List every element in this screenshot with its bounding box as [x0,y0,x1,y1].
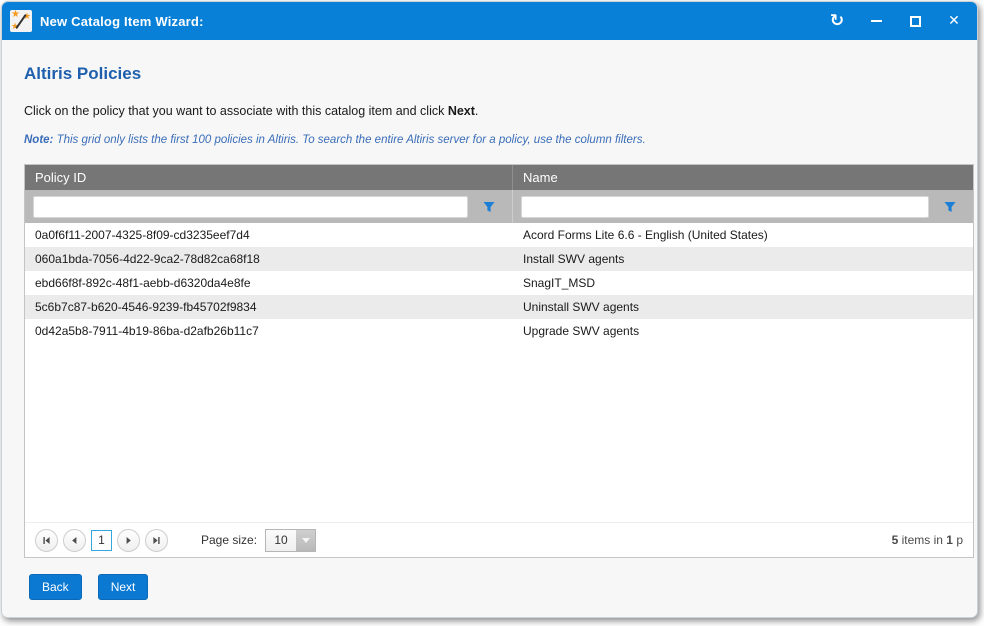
last-page-icon [152,536,161,545]
column-header-policy-id[interactable]: Policy ID [25,165,513,190]
filter-icon [943,200,957,214]
stage: ★ ★ ★ New Catalog Item Wizard: ↻ ✕ Altir… [0,0,984,626]
page-number-button[interactable]: 1 [91,530,112,551]
first-page-icon [42,536,51,545]
chevron-down-icon [296,530,315,551]
star-icon: ★ [11,10,20,20]
wizard-body: Altiris Policies Click on the policy tha… [2,40,977,617]
page-size-dropdown[interactable]: 10 [265,529,316,552]
column-header-name[interactable]: Name [513,165,973,190]
window-controls: ↻ ✕ [824,9,967,33]
previous-page-icon [70,536,79,545]
grid-filter-row [25,190,973,223]
page-size-value: 10 [266,530,296,551]
policy-id-filter-input[interactable] [33,196,468,218]
grid-pager: 1 Page size: 10 [25,522,973,557]
page-title: Altiris Policies [24,64,955,84]
pages-count: 1 [946,533,953,547]
grid-rows: 0a0f6f11-2007-4325-8f09-cd3235eef7d4 Aco… [25,223,973,343]
wizard-footer: Back Next [29,574,955,600]
instruction-text: Click on the policy that you want to ass… [24,104,955,118]
grid-empty-area [25,343,973,522]
items-summary-tail: p [953,533,963,547]
last-page-button[interactable] [145,529,168,552]
policy-name-cell: Acord Forms Lite 6.6 - English (United S… [513,228,973,242]
name-filter-button[interactable] [935,195,965,219]
table-row[interactable]: ebd66f8f-892c-48f1-aebb-d6320da4e8fe Sna… [25,271,973,295]
name-filter-cell [513,190,973,223]
policy-name-cell: Upgrade SWV agents [513,324,973,338]
instruction-suffix: . [475,104,478,118]
table-row[interactable]: 0a0f6f11-2007-4325-8f09-cd3235eef7d4 Aco… [25,223,973,247]
policy-id-cell: 0d42a5b8-7911-4b19-86ba-d2afb26b11c7 [25,324,513,338]
previous-page-button[interactable] [63,529,86,552]
maximize-icon[interactable] [902,9,928,33]
policy-name-cell: Uninstall SWV agents [513,300,973,314]
window-title: New Catalog Item Wizard: [40,14,204,29]
next-page-icon [124,536,133,545]
next-page-button[interactable] [117,529,140,552]
instruction-next-emphasis: Next [448,104,475,118]
items-summary: 5 items in 1 p [892,533,963,547]
items-summary-mid: items in [898,533,946,547]
close-icon[interactable]: ✕ [941,9,967,33]
policy-id-cell: 5c6b7c87-b620-4546-9239-fb45702f9834 [25,300,513,314]
policy-name-cell: Install SWV agents [513,252,973,266]
policy-id-filter-button[interactable] [474,195,504,219]
refresh-icon[interactable]: ↻ [824,9,850,33]
note-label: Note: [24,134,53,146]
next-button[interactable]: Next [98,574,149,600]
page-size-label: Page size: [201,533,257,547]
window-titlebar: ★ ★ ★ New Catalog Item Wizard: ↻ ✕ [2,2,977,40]
policy-id-cell: 0a0f6f11-2007-4325-8f09-cd3235eef7d4 [25,228,513,242]
note-text: Note: This grid only lists the first 100… [24,134,955,146]
policies-grid: Policy ID Name [24,164,974,558]
minimize-icon[interactable] [863,9,889,33]
wizard-app-icon: ★ ★ ★ [10,10,32,32]
name-filter-input[interactable] [521,196,929,218]
wizard-window: ★ ★ ★ New Catalog Item Wizard: ↻ ✕ Altir… [1,1,978,618]
table-row[interactable]: 5c6b7c87-b620-4546-9239-fb45702f9834 Uni… [25,295,973,319]
grid-header-row: Policy ID Name [25,165,973,190]
table-row[interactable]: 060a1bda-7056-4d22-9ca2-78d82ca68f18 Ins… [25,247,973,271]
instruction-prefix: Click on the policy that you want to ass… [24,104,448,118]
filter-icon [482,200,496,214]
policy-id-cell: ebd66f8f-892c-48f1-aebb-d6320da4e8fe [25,276,513,290]
table-row[interactable]: 0d42a5b8-7911-4b19-86ba-d2afb26b11c7 Upg… [25,319,973,343]
policy-name-cell: SnagIT_MSD [513,276,973,290]
first-page-button[interactable] [35,529,58,552]
policy-id-cell: 060a1bda-7056-4d22-9ca2-78d82ca68f18 [25,252,513,266]
policy-id-filter-cell [25,190,513,223]
back-button[interactable]: Back [29,574,82,600]
note-body: This grid only lists the first 100 polic… [53,134,645,146]
